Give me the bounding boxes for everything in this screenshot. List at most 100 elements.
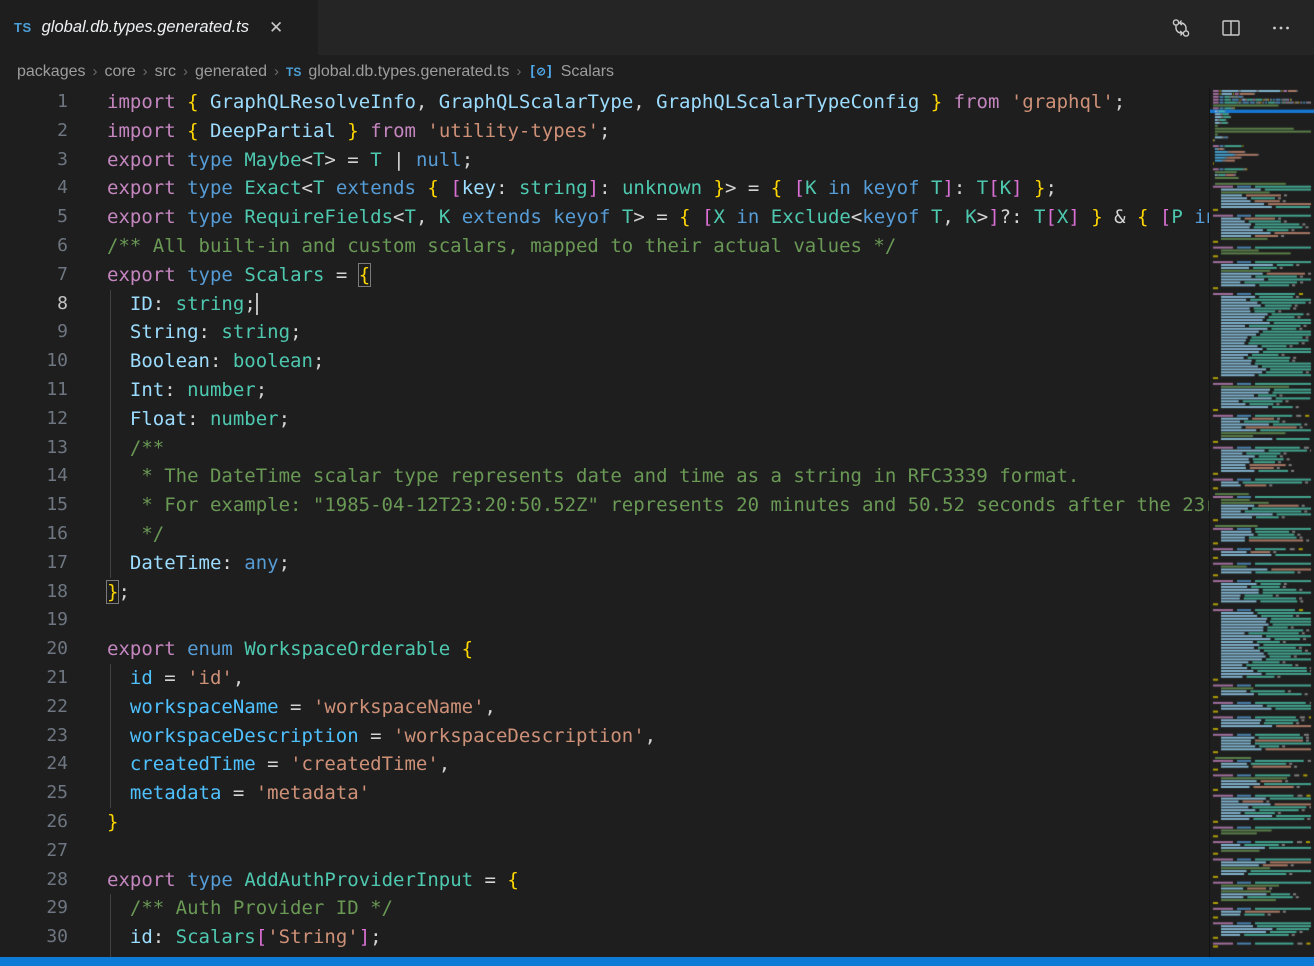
code-line[interactable]: createdTime = 'createdTime', [90,750,1210,779]
code-token: enum [187,638,233,660]
code-token: unknown [622,177,702,199]
more-actions-icon[interactable] [1270,17,1292,39]
code-token: 'createdTime' [290,753,439,775]
code-token: string [176,293,245,315]
code-token: Float [130,408,187,430]
code-token: in [828,177,851,199]
breadcrumb-item-generated[interactable]: generated [195,63,267,81]
code-editor[interactable]: 1234567891011121314151617181920212223242… [0,88,1210,966]
breadcrumb-item-symbol[interactable]: Scalars [561,63,614,81]
code-token [107,408,130,430]
code-token: | [382,149,416,171]
breadcrumb-item-file[interactable]: global.db.types.generated.ts [308,63,509,81]
code-line[interactable]: workspaceDescription = 'workspaceDescrip… [90,722,1210,751]
code-token: export [107,869,176,891]
code-token [233,206,244,228]
code-token: = [221,782,255,804]
code-line[interactable]: export type RequireFields<T, K extends k… [90,203,1210,232]
code-token: extends [462,206,542,228]
line-number: 14 [0,462,90,491]
breadcrumb-item-packages[interactable]: packages [17,63,86,81]
code-token: T [370,149,381,171]
code-line[interactable]: DateTime: any; [90,549,1210,578]
code-token [107,321,130,343]
code-token: { [359,264,370,286]
code-line[interactable]: export type Exact<T extends { [key: stri… [90,174,1210,203]
minimap[interactable] [1209,88,1314,957]
code-token: : [210,350,233,372]
code-token: */ [130,523,164,545]
code-line[interactable]: /** Auth Provider ID */ [90,894,1210,923]
code-line[interactable]: ID: string; [90,290,1210,319]
chevron-right-icon: › [93,63,98,80]
code-token: , [485,696,496,718]
line-number: 5 [0,203,90,232]
code-line[interactable] [90,606,1210,635]
code-token: Exact [244,177,301,199]
split-editor-icon[interactable] [1220,17,1242,39]
code-line[interactable]: metadata = 'metadata' [90,779,1210,808]
code-token: number [187,379,256,401]
code-token: > [977,206,988,228]
code-token: T [977,177,988,199]
code-token: metadata [130,782,222,804]
breadcrumb-item-src[interactable]: src [155,63,176,81]
code-token: > = [725,177,771,199]
tab-close-icon[interactable]: ✕ [269,19,283,36]
tab-bar: TS global.db.types.generated.ts ✕ [0,0,1314,55]
line-number: 9 [0,318,90,347]
code-token: = [256,753,290,775]
code-token [416,120,427,142]
code-token [1023,177,1034,199]
code-line[interactable]: export type AddAuthProviderInput = { [90,866,1210,895]
code-line[interactable]: Float: number; [90,405,1210,434]
code-line[interactable]: String: string; [90,318,1210,347]
code-line[interactable] [90,837,1210,866]
code-token: T [622,206,633,228]
code-token: { [187,91,198,113]
code-token: = [473,869,507,891]
code-token [176,206,187,228]
code-line[interactable]: import { DeepPartial } from 'utility-typ… [90,117,1210,146]
code-line[interactable]: id: Scalars['String']; [90,923,1210,952]
code-token: keyof [553,206,610,228]
code-token [920,177,931,199]
code-token: keyof [862,177,919,199]
code-token [107,552,130,574]
line-number: 19 [0,606,90,635]
line-number: 15 [0,491,90,520]
code-token: K [1000,177,1011,199]
code-token: [ [256,926,267,948]
code-line[interactable]: * For example: "1985-04-12T23:20:50.52Z"… [90,491,1210,520]
code-line[interactable]: } [90,808,1210,837]
breadcrumb-item-core[interactable]: core [105,63,136,81]
code-line[interactable]: id = 'id', [90,664,1210,693]
code-token: K [965,206,976,228]
code-token: , [633,91,656,113]
code-token [1148,206,1159,228]
code-line[interactable]: workspaceName = 'workspaceName', [90,693,1210,722]
code-line[interactable]: */ [90,520,1210,549]
line-number: 27 [0,837,90,866]
code-line[interactable]: export type Scalars = { [90,261,1210,290]
line-number: 30 [0,923,90,952]
code-line[interactable]: Boolean: boolean; [90,347,1210,376]
code-line[interactable]: import { GraphQLResolveInfo, GraphQLScal… [90,88,1210,117]
code-line[interactable]: export enum WorkspaceOrderable { [90,635,1210,664]
code-token: < [393,206,404,228]
code-token: ] [359,926,370,948]
code-line[interactable]: export type Maybe<T> = T | null; [90,146,1210,175]
code-token: ID [130,293,153,315]
line-number: 8 [0,290,90,319]
code-token: 'metadata' [256,782,370,804]
code-token: from [370,120,416,142]
code-line[interactable]: Int: number; [90,376,1210,405]
code-line[interactable]: }; [90,578,1210,607]
code-token: > = [324,149,370,171]
open-changes-icon[interactable] [1170,17,1192,39]
code-line[interactable]: /** [90,434,1210,463]
tab-active-file[interactable]: TS global.db.types.generated.ts ✕ [0,0,318,55]
code-line[interactable]: * The DateTime scalar type represents da… [90,462,1210,491]
code-line[interactable]: /** All built-in and custom scalars, map… [90,232,1210,261]
code-token: ] [588,177,599,199]
